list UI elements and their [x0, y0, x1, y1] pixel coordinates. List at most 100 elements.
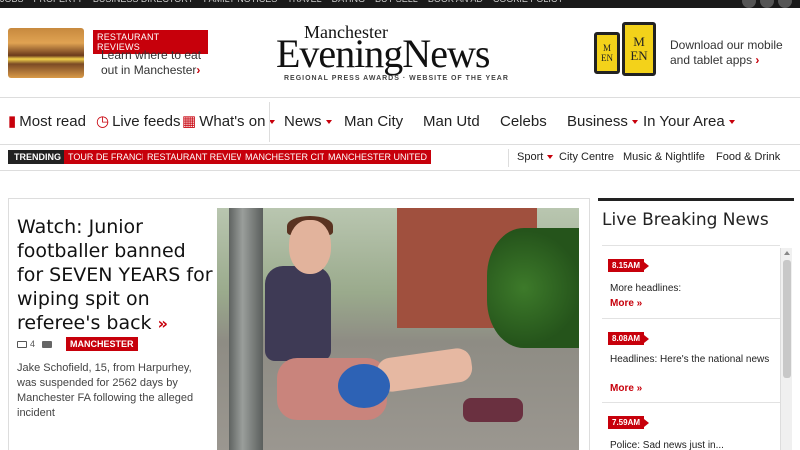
nav-man-city[interactable]: Man City — [344, 98, 403, 146]
comment-icon[interactable] — [17, 340, 27, 348]
utility-link[interactable]: TRAVEL — [287, 0, 321, 4]
chevron-right-icon: › — [196, 63, 201, 77]
nav-celebs-label[interactable]: Celebs — [500, 113, 547, 130]
nav-most-read-label[interactable]: Most read — [19, 113, 86, 130]
utility-link[interactable]: FAMILY NOTICES — [204, 0, 278, 4]
main-navigation: ▮ Most read ◷ Live feeds ▦ What's on News M… — [0, 97, 800, 145]
football — [338, 364, 390, 408]
calendar-icon: ▦ — [182, 113, 197, 130]
subnav-city-centre[interactable]: City Centre — [559, 151, 614, 163]
trending-bar: TRENDING TOUR DE FRANCE RESTAURANT REVIE… — [0, 145, 800, 171]
app-promo-text[interactable]: Download our mobile and tablet apps › — [670, 38, 792, 68]
camera-icon — [42, 340, 53, 348]
sidebar-title[interactable]: Live Breaking News — [602, 210, 769, 230]
google-plus-icon[interactable] — [778, 0, 792, 8]
top-utility-bar: JOBS PROPERTY BUSINESS DIRECTORY FAMILY NOT… — [0, 0, 800, 8]
app-logo-small: M EN — [601, 43, 613, 63]
nav-man-city-label[interactable]: Man City — [344, 113, 403, 130]
nav-man-utd[interactable]: Man Utd — [423, 98, 480, 146]
twitter-icon[interactable] — [760, 0, 774, 8]
logo-line-2: EveningNews — [276, 31, 490, 76]
chevron-down-icon — [631, 120, 638, 125]
timestamp-badge: 8.08AM — [608, 332, 650, 345]
entry-text[interactable]: Headlines: Here's the national news — [610, 353, 775, 367]
more-link[interactable]: More » — [610, 383, 642, 394]
subnav-music-nightlife[interactable]: Music & Nightlife — [623, 151, 705, 163]
scrollbar-thumb[interactable] — [783, 260, 791, 378]
live-breaking-news: Live Breaking News 8.15AM More headlines… — [598, 198, 794, 450]
utility-link[interactable]: BUSINESS DIRECTORY — [93, 0, 194, 4]
trending-chip[interactable]: MANCHESTER UNITED — [324, 150, 432, 164]
facebook-icon[interactable] — [742, 0, 756, 8]
app-promo-label[interactable]: Download our mobile and tablet apps — [670, 38, 783, 67]
breaking-news-list: 8.15AM More headlines: More » 8.08AM Hea… — [602, 245, 780, 450]
app-logo-large: M EN — [630, 34, 648, 63]
nav-divider — [269, 102, 270, 142]
chevron-down-icon — [325, 120, 332, 125]
nav-in-your-area-label[interactable]: In Your Area — [643, 113, 725, 130]
scroll-up-icon[interactable] — [784, 251, 790, 255]
nav-business[interactable]: Business — [567, 98, 638, 146]
nav-most-read[interactable]: ▮ Most read — [8, 98, 86, 146]
chevron-down-icon — [547, 155, 554, 160]
story-headline-text[interactable]: Watch: Junior footballer banned for SEVE… — [17, 216, 213, 334]
nav-celebs[interactable]: Celebs — [500, 98, 547, 146]
mobile-app-promo[interactable]: M EN M EN Download our mobile and tablet… — [592, 22, 792, 80]
sidebar-scrollbar[interactable] — [780, 248, 792, 450]
utility-links: JOBS PROPERTY BUSINESS DIRECTORY FAMILY NOT… — [0, 0, 563, 4]
nav-business-label[interactable]: Business — [567, 113, 628, 130]
chevron-right-icon: » — [157, 314, 168, 333]
utility-link[interactable]: DATING — [332, 0, 365, 4]
bar-chart-icon: ▮ — [8, 113, 17, 130]
utility-link[interactable]: COOKIE POLICY — [493, 0, 564, 4]
subnav-sport-label[interactable]: Sport — [517, 151, 543, 163]
trending-label: TRENDING — [8, 150, 67, 164]
site-logo[interactable]: Manchester EveningNews REGIONAL PRESS AW… — [276, 22, 522, 82]
restaurant-reviews-promo[interactable]: RESTAURANT REVIEWS Learn where to eat ou… — [8, 28, 208, 78]
story-summary: Jake Schofield, 15, from Harpurhey, was … — [17, 362, 194, 419]
story-headline[interactable]: Watch: Junior footballer banned for SEVE… — [17, 215, 217, 336]
nav-news[interactable]: News — [284, 98, 332, 146]
utility-link[interactable]: BOOK AN AD — [428, 0, 483, 4]
utility-link[interactable]: JOBS — [0, 0, 24, 4]
list-item[interactable]: 7.59AM Police: Sad news just in... — [602, 402, 780, 450]
trending-chip[interactable]: TOUR DE FRANCE — [64, 150, 152, 164]
list-item[interactable]: 8.15AM More headlines: More » — [602, 245, 780, 318]
nav-whats-on-label[interactable]: What's on — [199, 113, 265, 130]
nav-live-feeds[interactable]: ◷ Live feeds — [96, 98, 180, 146]
nav-whats-on[interactable]: ▦ What's on — [182, 98, 276, 146]
boy-shirt — [265, 266, 331, 361]
subnav-sport[interactable]: Sport — [517, 151, 554, 163]
phone-icon: M EN — [594, 32, 620, 74]
trending-chip[interactable]: MANCHESTER CITY — [241, 150, 336, 164]
promo-text-label[interactable]: Learn where to eat out in Manchester — [101, 48, 201, 77]
boy-head — [289, 220, 331, 274]
utility-link[interactable]: BUY SELL — [375, 0, 418, 4]
utility-link[interactable]: PROPERTY — [34, 0, 83, 4]
entry-text[interactable]: More headlines: — [610, 282, 775, 296]
nav-in-your-area[interactable]: In Your Area — [643, 98, 735, 146]
subnav-food-drink[interactable]: Food & Drink — [716, 151, 780, 163]
list-item[interactable]: 8.08AM Headlines: Here's the national ne… — [602, 318, 780, 402]
comment-count[interactable]: 4 — [30, 339, 35, 349]
story-photo[interactable] — [217, 208, 579, 450]
more-link[interactable]: More » — [610, 298, 642, 309]
tablet-icon: M EN — [622, 22, 656, 76]
location-tag[interactable]: MANCHESTER — [66, 337, 138, 351]
chevron-right-icon: › — [755, 53, 760, 67]
boy-shoe — [463, 398, 523, 422]
chevron-down-icon — [269, 120, 276, 125]
lead-story: Watch: Junior footballer banned for SEVE… — [8, 198, 590, 450]
clock-icon: ◷ — [96, 113, 110, 130]
nav-live-feeds-label[interactable]: Live feeds — [112, 113, 180, 130]
promo-text[interactable]: Learn where to eat out in Manchester› — [101, 48, 221, 78]
nav-news-label[interactable]: News — [284, 113, 322, 130]
story-meta: 4 — [17, 339, 53, 349]
sub-nav-divider — [508, 149, 509, 167]
nav-man-utd-label[interactable]: Man Utd — [423, 113, 480, 130]
entry-text[interactable]: Police: Sad news just in... — [610, 439, 775, 450]
social-icons — [742, 0, 792, 8]
trending-chip[interactable]: RESTAURANT REVIEWS — [143, 150, 256, 164]
bush — [487, 228, 579, 348]
timestamp-badge: 8.15AM — [608, 259, 650, 272]
